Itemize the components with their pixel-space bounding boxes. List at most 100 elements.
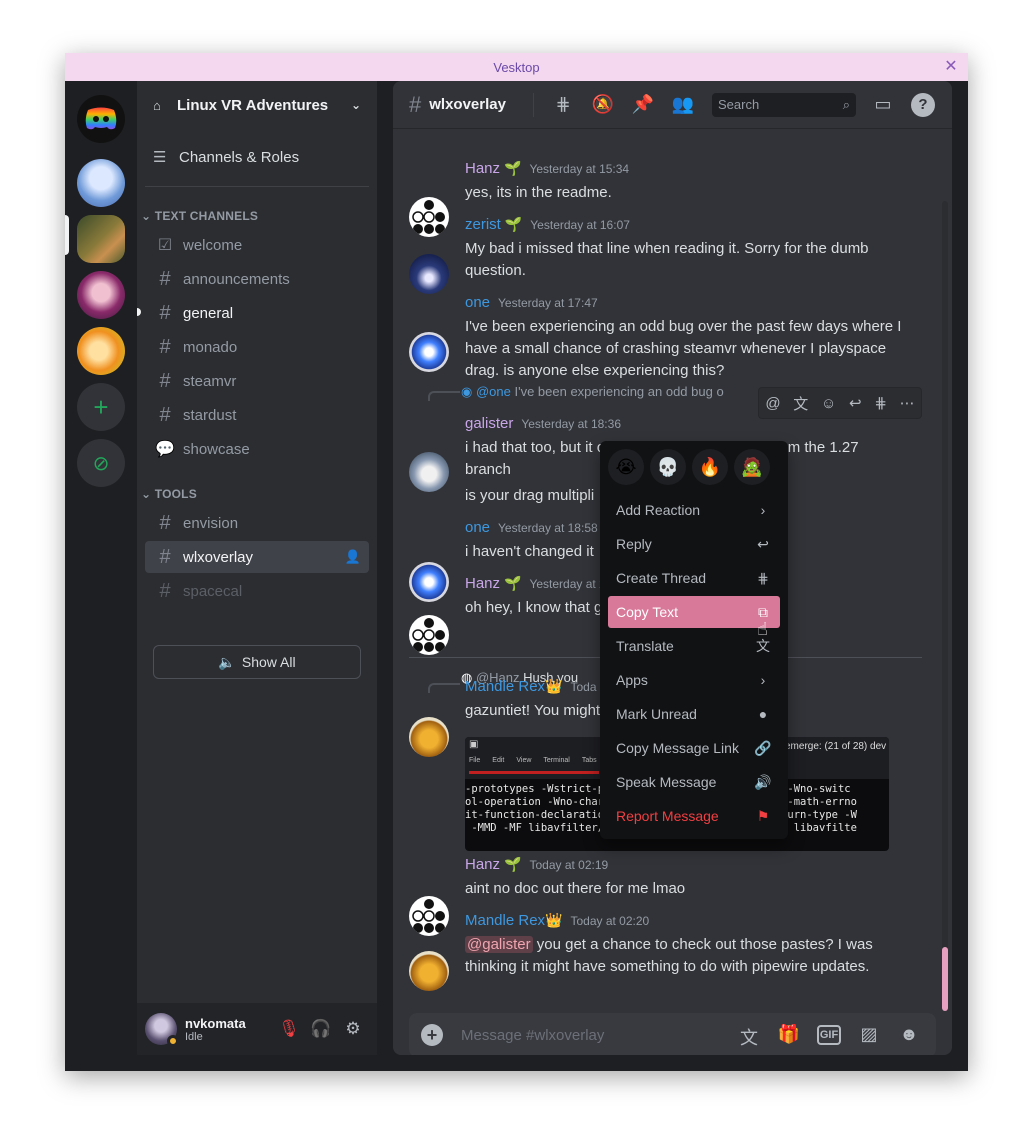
category-label: TEXT CHANNELS [154, 209, 259, 223]
gift-icon[interactable]: 🎁 [777, 1024, 801, 1045]
avatar[interactable] [409, 951, 449, 991]
menu-speak-message[interactable]: Speak Message 🔊 [608, 766, 780, 798]
guild-header[interactable]: ⌂ Linux VR Adventures ⌄ [137, 81, 377, 129]
copy-icon: ⧉ [758, 603, 768, 620]
scrollbar-thumb[interactable] [942, 947, 948, 1011]
reaction-zombie-icon[interactable]: 🧟 [734, 449, 770, 485]
avatar[interactable] [409, 197, 449, 237]
translate-icon[interactable]: 文 [793, 393, 808, 414]
menu-apps[interactable]: Apps › [608, 664, 780, 696]
menu-reply[interactable]: Reply ↩ [608, 528, 780, 560]
category-text-channels[interactable]: ⌄ TEXT CHANNELS [141, 209, 258, 223]
server-cirno[interactable] [77, 159, 125, 207]
category-tools[interactable]: ⌄ TOOLS [141, 487, 197, 501]
menu-create-thread[interactable]: Create Thread ⋕ [608, 562, 780, 594]
reply-icon[interactable]: ↩ [849, 394, 862, 412]
avatar[interactable] [409, 717, 449, 757]
channel-general[interactable]: # general [145, 297, 369, 329]
author-name[interactable]: Hanz [465, 160, 500, 177]
close-icon[interactable]: ✕ [942, 58, 960, 76]
explore-servers-button[interactable]: ⊘ [77, 439, 125, 487]
reaction-fire-icon[interactable]: 🔥 [692, 449, 728, 485]
emoji-icon[interactable]: ☺ [821, 395, 836, 412]
headphones-icon[interactable]: 🎧 [305, 1013, 337, 1045]
scrollbar-track[interactable] [942, 201, 948, 1011]
message-header: one Yesterday at 17:47 [465, 294, 598, 311]
author-name[interactable]: one [465, 519, 490, 536]
reaction-sob-icon[interactable]: 😭 [608, 449, 644, 485]
notification-muted-icon[interactable]: 🔕 [591, 94, 615, 115]
author-name[interactable]: one [465, 294, 490, 311]
menu-add-reaction[interactable]: Add Reaction › [608, 494, 780, 526]
menu-translate[interactable]: Translate 文 [608, 630, 780, 662]
menu-mark-unread[interactable]: Mark Unread ● [608, 698, 780, 730]
divider [533, 93, 534, 117]
gif-icon[interactable]: GIF [817, 1025, 841, 1045]
author-name[interactable]: Mandle Rex [465, 678, 545, 695]
avatar-dots-icon [412, 200, 445, 234]
avatar[interactable] [409, 615, 449, 655]
channel-spacecal[interactable]: # spacecal [145, 575, 369, 607]
server-linux-vr[interactable] [77, 215, 125, 263]
server-anime-girl[interactable] [77, 271, 125, 319]
more-icon[interactable]: ⋯ [900, 394, 915, 412]
channels-roles-item[interactable]: ☰ Channels & Roles [145, 141, 369, 173]
channel-announcements[interactable]: # announcements [145, 263, 369, 295]
pin-icon[interactable]: 📌 [631, 94, 655, 115]
channel-envision[interactable]: # envision [145, 507, 369, 539]
help-icon[interactable]: ? [911, 93, 935, 117]
author-name[interactable]: Mandle Rex [465, 912, 545, 929]
mention-icon[interactable]: @ [765, 395, 780, 412]
channel-label: welcome [183, 236, 243, 254]
channel-wlxoverlay[interactable]: # wlxoverlay 👤 [145, 541, 369, 573]
avatar[interactable] [409, 562, 449, 602]
gear-icon[interactable]: ⚙ [337, 1013, 369, 1045]
avatar[interactable] [145, 1013, 179, 1047]
sprout-badge-icon: 🌱 [504, 856, 522, 872]
reply-preview[interactable]: ◉ @one I've been experiencing an odd bug… [461, 384, 724, 400]
attach-plus-icon[interactable]: + [421, 1024, 443, 1046]
translate-icon[interactable]: 文 [737, 1024, 761, 1050]
avatar[interactable] [409, 896, 449, 936]
thread-icon[interactable]: ⋕ [874, 394, 887, 412]
avatar[interactable] [409, 452, 449, 492]
user-info[interactable]: nvkomata Idle [185, 1016, 246, 1043]
author-name[interactable]: zerist [465, 216, 501, 233]
author-name[interactable]: Hanz [465, 856, 500, 873]
emoji-icon[interactable]: ☻ [897, 1024, 921, 1045]
member-list-icon[interactable]: 👥 [671, 94, 695, 115]
menu-label: Create Thread [616, 570, 707, 586]
message-composer[interactable]: + Message #wlxoverlay 文 🎁 GIF ▨ ☻ [409, 1013, 936, 1055]
server-orange-girl[interactable] [77, 327, 125, 375]
inbox-icon[interactable]: ▭ [871, 94, 895, 115]
message-header: zerist 🌱 Yesterday at 16:07 [465, 216, 630, 233]
message-context-menu: 😭 💀 🔥 🧟 Add Reaction › Reply ↩ Create Th… [600, 441, 788, 839]
show-all-button[interactable]: 🔈 Show All [153, 645, 361, 679]
menu-report-message[interactable]: Report Message ⚑ [608, 800, 780, 832]
channel-welcome[interactable]: ☑ welcome [145, 229, 369, 261]
author-name[interactable]: Hanz [465, 575, 500, 592]
avatar[interactable] [409, 254, 449, 294]
channel-showcase[interactable]: 💬 showcase [145, 433, 369, 465]
channel-steamvr[interactable]: # steamvr [145, 365, 369, 397]
channel-stardust[interactable]: # stardust [145, 399, 369, 431]
threads-icon[interactable]: ⋕ [551, 94, 575, 115]
sticker-icon[interactable]: ▨ [857, 1024, 881, 1045]
reply-mention: @one [475, 384, 511, 399]
reply-avatar-icon: ◉ [461, 384, 473, 399]
user-mention[interactable]: @galister [465, 936, 533, 953]
mute-mic-icon[interactable]: 🎙 [273, 1013, 305, 1045]
divider [145, 186, 369, 187]
channel-monado[interactable]: # monado [145, 331, 369, 363]
search-input[interactable]: Search ⌕ [712, 93, 856, 117]
avatar[interactable] [409, 332, 449, 372]
add-server-button[interactable]: + [77, 383, 125, 431]
menu-copy-message-link[interactable]: Copy Message Link 🔗 [608, 732, 780, 764]
reaction-skull-icon[interactable]: 💀 [650, 449, 686, 485]
menu-copy-text[interactable]: Copy Text ⧉ [608, 596, 780, 628]
author-name[interactable]: galister [465, 415, 513, 432]
reply-text: I've been experiencing an odd bug o [514, 384, 724, 399]
home-button[interactable] [77, 95, 125, 143]
add-member-icon[interactable]: 👤 [345, 549, 361, 565]
app-window: Vesktop ✕ + ⊘ ⌂ Linux VR Adventures ⌄ ☰ … [65, 53, 968, 1071]
